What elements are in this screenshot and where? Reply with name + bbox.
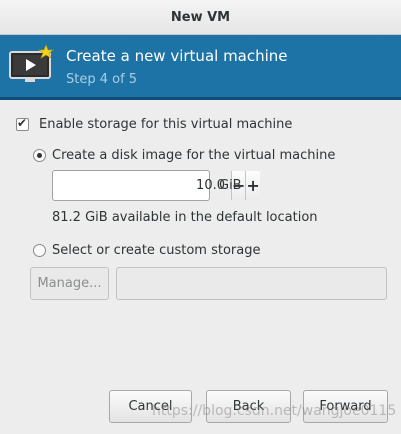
disk-size-spinbox[interactable]: − + bbox=[52, 170, 260, 201]
available-space-text: 81.2 GiB available in the default locati… bbox=[52, 210, 318, 225]
custom-storage-path-field[interactable] bbox=[116, 267, 387, 300]
disk-image-label[interactable]: Create a disk image for the virtual mach… bbox=[52, 148, 335, 163]
enable-storage-label[interactable]: Enable storage for this virtual machine bbox=[39, 117, 292, 132]
custom-storage-radio[interactable] bbox=[33, 244, 46, 257]
manage-button[interactable]: Manage... bbox=[30, 267, 109, 300]
monitor-play-icon bbox=[9, 44, 54, 82]
watermark-text: https://blog.csdn.net/wangjoe0115 bbox=[152, 403, 397, 419]
window-title: New VM bbox=[170, 9, 231, 25]
custom-storage-label[interactable]: Select or create custom storage bbox=[52, 243, 260, 258]
header-step: Step 4 of 5 bbox=[66, 72, 138, 87]
wizard-header: Create a new virtual machine Step 4 of 5 bbox=[0, 35, 401, 100]
enable-storage-checkbox[interactable] bbox=[16, 116, 29, 131]
window-titlebar: New VM bbox=[0, 0, 401, 35]
disk-image-radio[interactable] bbox=[33, 149, 46, 162]
size-unit-label: GiB bbox=[219, 178, 242, 193]
disk-size-input[interactable] bbox=[53, 171, 231, 200]
increase-size-button[interactable]: + bbox=[245, 171, 260, 200]
header-title: Create a new virtual machine bbox=[66, 47, 288, 65]
